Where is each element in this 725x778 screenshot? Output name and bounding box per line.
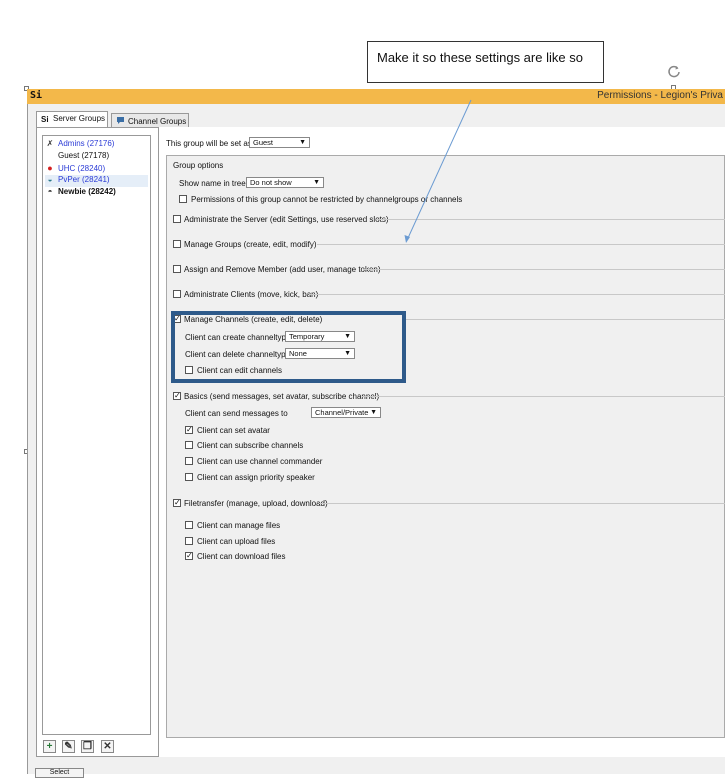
annotation-arrow [404, 99, 472, 243]
select-button[interactable]: Select [35, 768, 84, 778]
